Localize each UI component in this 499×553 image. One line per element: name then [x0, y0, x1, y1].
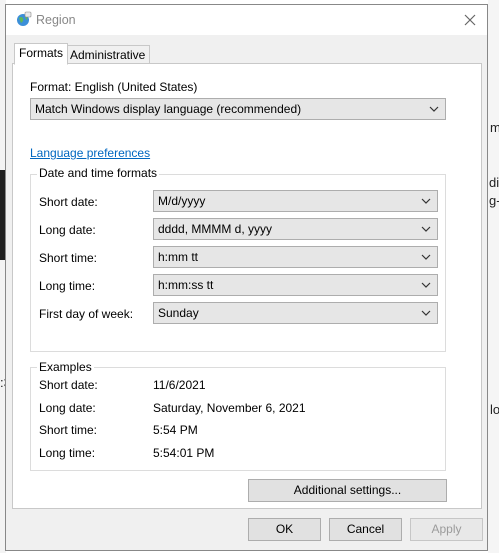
close-icon[interactable]	[459, 9, 481, 31]
short-time-dropdown[interactable]: h:mm tt	[153, 246, 438, 268]
chevron-down-icon	[421, 226, 431, 232]
short-date-dropdown[interactable]: M/d/yyyy	[153, 190, 438, 212]
example-long-time-label: Long time:	[39, 446, 96, 460]
background-text-2: dic	[489, 175, 499, 190]
chevron-down-icon	[429, 106, 439, 112]
background-text-5: lo	[490, 402, 499, 417]
example-long-date-label: Long date:	[39, 401, 96, 415]
long-time-value: h:mm:ss tt	[158, 278, 214, 292]
format-dropdown-value: Match Windows display language (recommen…	[35, 102, 302, 116]
long-date-dropdown[interactable]: dddd, MMMM d, yyyy	[153, 218, 438, 240]
first-day-of-week-dropdown[interactable]: Sunday	[153, 302, 438, 324]
example-short-date-label: Short date:	[39, 378, 98, 392]
long-date-label: Long date:	[39, 223, 96, 237]
format-dropdown[interactable]: Match Windows display language (recommen…	[30, 98, 446, 120]
background-text-3: g-	[489, 193, 499, 208]
language-preferences-link[interactable]: Language preferences	[30, 146, 150, 160]
example-short-time-value: 5:54 PM	[153, 423, 198, 437]
examples-title: Examples	[37, 360, 94, 374]
format-label: Format: English (United States)	[30, 80, 198, 94]
formats-panel: Format: English (United States) Match Wi…	[12, 63, 482, 509]
chevron-down-icon	[421, 254, 431, 260]
first-day-of-week-value: Sunday	[158, 306, 199, 320]
short-time-value: h:mm tt	[158, 250, 199, 264]
apply-button[interactable]: Apply	[410, 518, 483, 541]
long-time-dropdown[interactable]: h:mm:ss tt	[153, 274, 438, 296]
short-date-value: M/d/yyyy	[158, 194, 206, 208]
window-title: Region	[36, 13, 76, 27]
chevron-down-icon	[421, 198, 431, 204]
cancel-button[interactable]: Cancel	[329, 518, 402, 541]
ok-button[interactable]: OK	[248, 518, 321, 541]
chevron-down-icon	[421, 282, 431, 288]
short-date-label: Short date:	[39, 195, 98, 209]
example-long-date-value: Saturday, November 6, 2021	[153, 401, 306, 415]
short-time-label: Short time:	[39, 251, 98, 265]
title-bar: Region	[6, 5, 487, 35]
region-dialog: Region Formats Administrative Format: En…	[5, 4, 488, 551]
long-date-value: dddd, MMMM d, yyyy	[158, 222, 273, 236]
example-short-time-label: Short time:	[39, 423, 98, 437]
background-text-1: m	[490, 120, 499, 135]
long-time-label: Long time:	[39, 279, 96, 293]
background-window-fragment-right	[488, 0, 499, 553]
first-day-of-week-label: First day of week:	[39, 307, 134, 321]
chevron-down-icon	[421, 310, 431, 316]
tab-formats[interactable]: Formats	[14, 43, 69, 65]
example-long-time-value: 5:54:01 PM	[153, 446, 215, 460]
globe-icon	[17, 11, 32, 26]
example-short-date-value: 11/6/2021	[153, 378, 206, 392]
additional-settings-button[interactable]: Additional settings...	[248, 479, 447, 502]
date-time-formats-title: Date and time formats	[37, 166, 160, 180]
